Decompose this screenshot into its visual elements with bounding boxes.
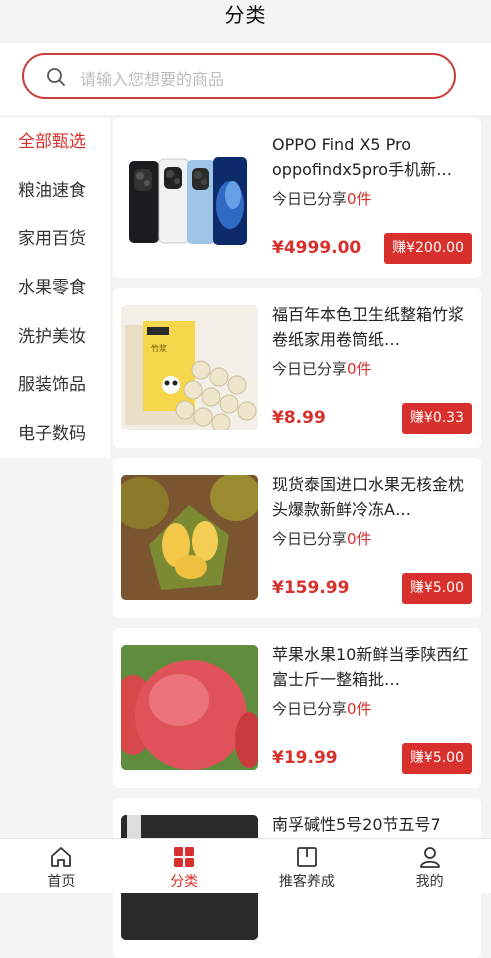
share-label: 今日已分享 (272, 530, 348, 548)
share-status: 今日已分享0件 (272, 358, 372, 379)
product-name: 苹果水果10新鲜当季陕西红富士斤一整箱批… (272, 645, 469, 689)
product-card[interactable]: OPPO Find X5 Pro oppofindx5pro手机新… 今日已分享… (113, 118, 481, 278)
bottom-tab-bar: 首页 分类 推客养成 我的 (0, 838, 491, 893)
category-icon (174, 847, 195, 867)
product-name: OPPO Find X5 Pro oppofindx5pro手机新… (272, 135, 453, 179)
tab-promoter[interactable]: 推客养成 (246, 839, 369, 893)
sidebar-item-apparel[interactable]: 服装饰品 (0, 361, 110, 410)
product-price: ¥4999.00 (272, 238, 362, 258)
earn-button[interactable]: 赚¥0.33 (401, 403, 472, 434)
tab-profile[interactable]: 我的 (368, 839, 491, 893)
product-image-tissue[interactable]: 竹浆 (121, 305, 258, 430)
page-title: 分类 (224, 3, 267, 27)
tab-home-label: 首页 (47, 874, 76, 890)
product-card[interactable]: 现货泰国进口水果无核金枕头爆款新鲜冷冻A… 今日已分享0件 ¥159.99 赚¥… (113, 458, 481, 618)
tab-home[interactable]: 首页 (0, 839, 123, 893)
tab-category[interactable]: 分类 (123, 839, 246, 893)
share-count: 0件 (347, 190, 372, 208)
tab-promoter-label: 推客养成 (278, 874, 335, 890)
search-bar-container: 请输入您想要的商品 (0, 43, 491, 115)
product-price: ¥19.99 (272, 748, 338, 768)
product-image-apple[interactable] (121, 645, 258, 770)
header: 分类 (0, 0, 491, 43)
product-price: ¥8.99 (272, 408, 326, 428)
share-label: 今日已分享 (272, 360, 348, 378)
sidebar-item-grain-oil[interactable]: 粮油速食 (0, 167, 110, 216)
search-placeholder: 请输入您想要的商品 (80, 70, 225, 89)
sidebar-item-electronics[interactable]: 电子数码 (0, 410, 110, 459)
share-label: 今日已分享 (272, 190, 348, 208)
product-price: ¥159.99 (272, 578, 350, 598)
sidebar-item-fruit-snacks[interactable]: 水果零食 (0, 264, 110, 313)
product-name: 福百年本色卫生纸整箱竹浆卷纸家用卷筒纸… (272, 305, 465, 349)
product-name: 现货泰国进口水果无核金枕头爆款新鲜冷冻A… (272, 475, 465, 519)
tab-profile-label: 我的 (415, 874, 444, 890)
category-sidebar: 全部甄选 粮油速食 家用百货 水果零食 洗护美妆 服装饰品 电子数码 (0, 118, 110, 458)
sidebar-item-care-beauty[interactable]: 洗护美妆 (0, 313, 110, 362)
product-image-durian[interactable] (121, 475, 258, 600)
svg-text:竹浆: 竹浆 (151, 343, 167, 353)
sidebar-item-household[interactable]: 家用百货 (0, 215, 110, 264)
search-input[interactable]: 请输入您想要的商品 (22, 53, 456, 99)
product-card[interactable]: 竹浆 福百年本色卫生纸整箱竹浆卷纸家用卷筒纸… 今日已分享0件 ¥8.99 赚¥… (113, 288, 481, 448)
search-icon (47, 68, 65, 86)
earn-button[interactable]: 赚¥5.00 (401, 743, 472, 774)
earn-button[interactable]: 赚¥200.00 (384, 233, 472, 264)
product-card[interactable]: 苹果水果10新鲜当季陕西红富士斤一整箱批… 今日已分享0件 ¥19.99 赚¥5… (113, 628, 481, 788)
book-icon (296, 847, 317, 867)
earn-button[interactable]: 赚¥5.00 (401, 573, 472, 604)
home-icon (51, 847, 72, 867)
share-count: 0件 (347, 700, 372, 718)
share-count: 0件 (347, 530, 372, 548)
share-status: 今日已分享0件 (272, 188, 372, 209)
product-image-phone[interactable] (121, 135, 258, 260)
share-status: 今日已分享0件 (272, 698, 372, 719)
tab-category-label: 分类 (170, 874, 199, 890)
share-status: 今日已分享0件 (272, 528, 372, 549)
share-label: 今日已分享 (272, 700, 348, 718)
sidebar-item-all[interactable]: 全部甄选 (0, 118, 110, 167)
user-icon (419, 847, 440, 868)
share-count: 0件 (347, 360, 372, 378)
